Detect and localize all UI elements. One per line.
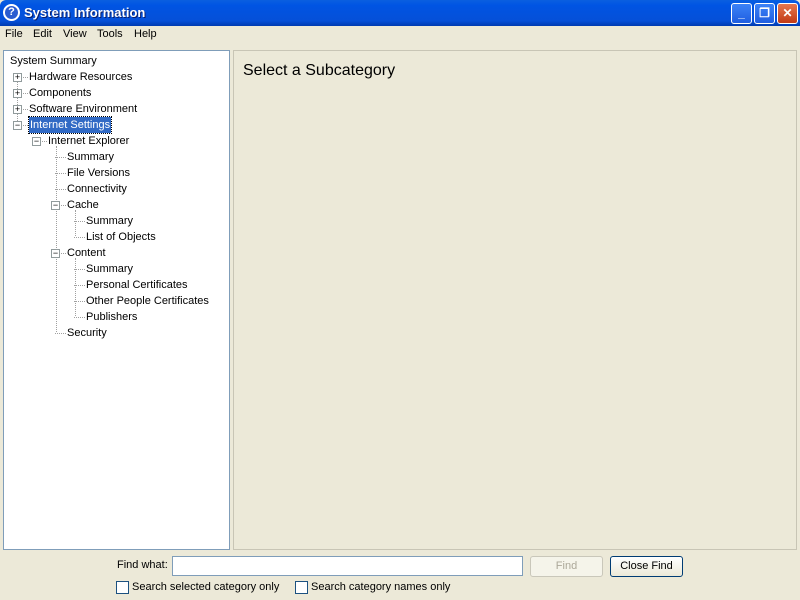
tree-item[interactable]: File Versions xyxy=(67,165,130,181)
title-bar: ? System Information _ ❐ ✕ xyxy=(0,0,800,26)
tree-item[interactable]: Summary xyxy=(67,149,114,165)
tree-item[interactable]: List of Objects xyxy=(86,229,156,245)
tree-item[interactable]: Content xyxy=(67,245,106,261)
collapse-minus-icon[interactable]: − xyxy=(51,249,60,258)
find-what-input[interactable] xyxy=(172,556,523,576)
search-selected-category-label: Search selected category only xyxy=(132,581,280,593)
menu-tools[interactable]: Tools xyxy=(97,28,123,40)
minimize-button[interactable]: _ xyxy=(731,3,752,24)
tree-item[interactable]: Summary xyxy=(86,261,133,277)
pane-heading: Select a Subcategory xyxy=(243,62,396,79)
menu-help[interactable]: Help xyxy=(134,28,157,40)
expand-plus-icon[interactable]: + xyxy=(13,73,22,82)
tree-item[interactable]: Components xyxy=(29,85,91,101)
close-button[interactable]: ✕ xyxy=(777,3,798,24)
window-title: System Information xyxy=(24,5,146,20)
help-question-icon: ? xyxy=(3,4,20,21)
tree-item[interactable]: Security xyxy=(67,325,107,341)
find-button[interactable]: Find xyxy=(530,556,603,577)
category-tree[interactable]: System Summary + Hardware Resources + Compon… xyxy=(3,50,230,550)
collapse-minus-icon[interactable]: − xyxy=(32,137,41,146)
tree-item[interactable]: Hardware Resources xyxy=(29,69,132,85)
collapse-minus-icon[interactable]: − xyxy=(51,201,60,210)
menu-edit[interactable]: Edit xyxy=(33,28,52,40)
collapse-minus-icon[interactable]: − xyxy=(13,121,22,130)
find-what-label: Find what: xyxy=(117,559,168,571)
tree-item[interactable]: Other People Certificates xyxy=(86,293,209,309)
search-selected-category-checkbox[interactable] xyxy=(116,581,129,594)
expand-plus-icon[interactable]: + xyxy=(13,89,22,98)
menu-bar: File Edit View Tools Help xyxy=(0,26,800,45)
tree-item[interactable]: Publishers xyxy=(86,309,137,325)
expand-plus-icon[interactable]: + xyxy=(13,105,22,114)
tree-item[interactable]: Internet Explorer xyxy=(48,133,129,149)
tree-item[interactable]: System Summary xyxy=(10,53,97,69)
restore-button[interactable]: ❐ xyxy=(754,3,775,24)
tree-item[interactable]: Internet Settings xyxy=(27,116,113,134)
tree-item[interactable]: Software Environment xyxy=(29,101,137,117)
search-category-names-checkbox[interactable] xyxy=(295,581,308,594)
menu-file[interactable]: File xyxy=(5,28,23,40)
tree-item[interactable]: Connectivity xyxy=(67,181,127,197)
tree-item[interactable]: Summary xyxy=(86,213,133,229)
menu-view[interactable]: View xyxy=(63,28,87,40)
search-category-names-label: Search category names only xyxy=(311,581,451,593)
tree-item[interactable]: Cache xyxy=(67,197,99,213)
tree-item[interactable]: Personal Certificates xyxy=(86,277,188,293)
details-pane: Select a Subcategory xyxy=(233,50,797,550)
close-find-button[interactable]: Close Find xyxy=(610,556,683,577)
